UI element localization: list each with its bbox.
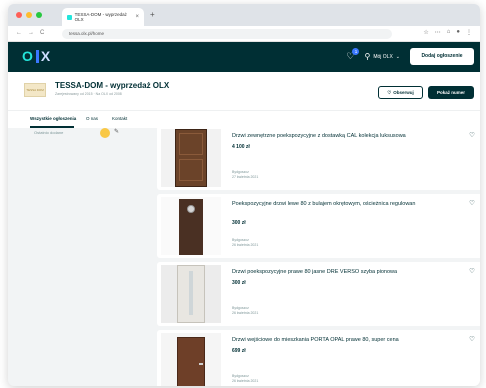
- favourite-heart-icon[interactable]: ♡: [469, 335, 475, 343]
- sort-chip[interactable]: [100, 128, 110, 138]
- listing-date: 26 kwietnia 2021: [232, 243, 259, 247]
- show-phone-button[interactable]: Pokaż numer: [428, 86, 474, 99]
- follow-button[interactable]: ♡ Obserwuj: [378, 86, 423, 99]
- forward-icon[interactable]: →: [28, 30, 34, 36]
- listing-date: 26 kwietnia 2021: [232, 311, 259, 315]
- profile-icon[interactable]: ●: [456, 29, 460, 36]
- listing-date: 27 kwietnia 2021: [232, 175, 259, 179]
- listing-title[interactable]: Poekspozycyjne drzwi lewe 80 z bulajem o…: [232, 201, 460, 209]
- new-tab-icon[interactable]: +: [150, 10, 155, 19]
- listing-card[interactable]: Poekspozycyjne drzwi lewe 80 z bulajem o…: [157, 194, 480, 258]
- tab-about[interactable]: O nas: [86, 116, 98, 121]
- notification-badge: 1: [352, 48, 360, 55]
- listing-location: Bydgoszcz: [232, 306, 249, 310]
- window-controls: [16, 12, 42, 18]
- listing-location: Bydgoszcz: [232, 238, 249, 242]
- back-icon[interactable]: ←: [16, 30, 22, 36]
- listing-photo[interactable]: [161, 333, 221, 386]
- browser-window: TESSA-DOM - wyprzedaż OLX × + ← → C tess…: [8, 4, 480, 386]
- bookmark-star-icon[interactable]: ☆: [423, 29, 428, 36]
- browser-tab-title: TESSA-DOM - wyprzedaż OLX: [74, 12, 127, 22]
- browser-tab[interactable]: TESSA-DOM - wyprzedaż OLX ×: [62, 8, 144, 26]
- shop-subtitle: Zarejestrowany od 2015 · Na OLX od 2008: [55, 92, 122, 96]
- browser-menu-icon[interactable]: ⋮: [466, 29, 472, 36]
- shop-title: TESSA-DOM - wyprzedaż OLX: [55, 81, 170, 90]
- listing-location: Bydgoszcz: [232, 374, 249, 378]
- tab-close-icon[interactable]: ×: [135, 14, 139, 20]
- browser-toolbar: ← → C tessa.olx.pl/home ☆ ⋯ ⌂ ● ⋮: [8, 26, 480, 42]
- my-olx-menu[interactable]: ⚲ Mój OLX ⌄: [364, 52, 400, 61]
- heart-icon: ♡: [387, 89, 392, 95]
- listing-price: 300 zł: [232, 220, 246, 226]
- favourite-heart-icon[interactable]: ♡: [469, 131, 475, 139]
- listing-card[interactable]: Drzwi poekspozycyjne prawe 80 jasne DRE …: [157, 262, 480, 326]
- user-icon: ⚲: [364, 52, 371, 61]
- address-bar[interactable]: tessa.olx.pl/home: [62, 29, 392, 39]
- favourites-heart-icon[interactable]: ♡ 1: [346, 48, 360, 62]
- tab-all-listings[interactable]: Wszystkie ogłoszenia: [30, 116, 76, 121]
- listing-title[interactable]: Drzwi zewnętrzne poekspozycyjne z dostaw…: [232, 133, 460, 141]
- listing-card[interactable]: Drzwi wejściowe do mieszkania PORTA OPAL…: [157, 330, 480, 386]
- account-label: Mój OLX: [373, 53, 393, 60]
- listing-title[interactable]: Drzwi poekspozycyjne prawe 80 jasne DRE …: [232, 269, 460, 277]
- close-window-icon[interactable]: [16, 12, 22, 18]
- maximize-window-icon[interactable]: [36, 12, 42, 18]
- minimize-window-icon[interactable]: [26, 12, 32, 18]
- site-header: OX ♡ 1 ⚲ Mój OLX ⌄ Dodaj ogłoszenie: [8, 42, 480, 72]
- favourite-heart-icon[interactable]: ♡: [469, 199, 475, 207]
- reload-icon[interactable]: C: [40, 30, 44, 36]
- shop-header: TESSA DOM TESSA-DOM - wyprzedaż OLX Zare…: [8, 72, 480, 110]
- listing-photo[interactable]: [161, 197, 221, 255]
- listing-price: 699 zł: [232, 348, 246, 354]
- pencil-icon[interactable]: ✎: [114, 128, 119, 135]
- sidebar-label: Ostatnio dodane: [34, 130, 64, 135]
- extensions-icon[interactable]: ⋯: [435, 29, 441, 36]
- listing-location: Bydgoszcz: [232, 170, 249, 174]
- listing-date: 26 kwietnia 2021: [232, 379, 259, 383]
- add-listing-button[interactable]: Dodaj ogłoszenie: [410, 48, 474, 65]
- home-icon[interactable]: ⌂: [447, 29, 451, 36]
- listing-price: 300 zł: [232, 280, 246, 286]
- main-content: Ostatnio dodane ✎ Drzwi zewnętrzne poeks…: [8, 126, 480, 386]
- listing-title[interactable]: Drzwi wejściowe do mieszkania PORTA OPAL…: [232, 337, 460, 345]
- listing-photo[interactable]: [161, 129, 221, 187]
- favicon-icon: [67, 14, 72, 20]
- shop-logo: TESSA DOM: [24, 83, 46, 97]
- listing-card[interactable]: Drzwi zewnętrzne poekspozycyjne z dostaw…: [157, 126, 480, 190]
- olx-logo[interactable]: OX: [22, 48, 51, 64]
- listing-price: 4 100 zł: [232, 144, 250, 150]
- listing-photo[interactable]: [161, 265, 221, 323]
- chevron-down-icon: ⌄: [395, 53, 400, 60]
- browser-tab-strip: TESSA-DOM - wyprzedaż OLX × +: [8, 4, 480, 26]
- tab-contact[interactable]: Kontakt: [112, 116, 127, 121]
- favourite-heart-icon[interactable]: ♡: [469, 267, 475, 275]
